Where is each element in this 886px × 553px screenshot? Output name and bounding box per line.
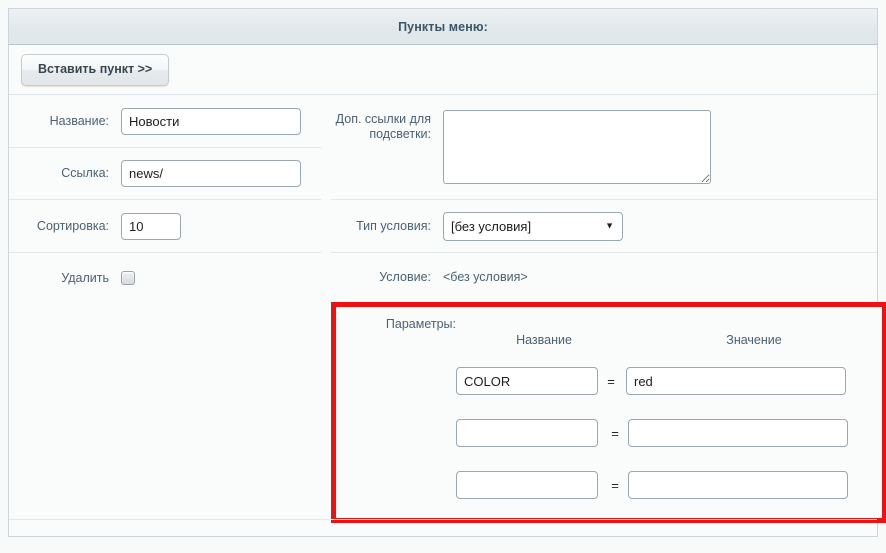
extra-links-textarea[interactable] [443, 110, 711, 184]
parameters-section: Параметры: Название Значение = = [336, 307, 882, 518]
delete-label: Удалить [9, 271, 121, 286]
condition-type-label: Тип условия: [331, 219, 443, 234]
sort-input[interactable] [121, 213, 181, 240]
parameters-label: Параметры: [344, 317, 456, 331]
condition-type-select-wrap: [без условия] ▼ [443, 212, 623, 241]
parameters-table-header: Название Значение [456, 333, 876, 347]
field-row-condition-type: Тип условия: [без условия] ▼ [331, 200, 877, 253]
parameter-value-input[interactable] [628, 419, 848, 447]
parameters-highlight-box: Параметры: Название Значение = = [331, 302, 886, 523]
toolbar: Вставить пункт >> [9, 46, 877, 95]
field-row-extra-links: Доп. ссылки для подсветки: [331, 96, 877, 200]
name-label: Название: [9, 114, 121, 129]
field-row-delete: Удалить [9, 253, 321, 303]
equals-sign: = [598, 374, 624, 389]
parameter-value-input[interactable] [626, 367, 846, 395]
parameter-name-input[interactable] [456, 471, 598, 499]
name-input[interactable] [121, 108, 301, 135]
form-column-left: Название: Ссылка: Сортировка: Удалить [9, 96, 321, 303]
extra-links-label: Доп. ссылки для подсветки: [331, 110, 443, 142]
insert-item-button[interactable]: Вставить пункт >> [21, 54, 169, 86]
parameters-col-value-header: Значение [632, 333, 876, 347]
equals-sign: = [602, 478, 628, 493]
parameters-col-name-header: Название [456, 333, 632, 347]
field-row-name: Название: [9, 96, 321, 148]
condition-label: Условие: [331, 270, 443, 285]
page-root: Пункты меню: Вставить пункт >> Название:… [0, 0, 886, 553]
parameter-row: = [456, 419, 848, 447]
link-label: Ссылка: [9, 166, 121, 181]
delete-checkbox[interactable] [121, 271, 135, 285]
parameter-value-input[interactable] [628, 471, 848, 499]
sort-label: Сортировка: [9, 219, 121, 234]
field-row-sort: Сортировка: [9, 200, 321, 253]
equals-sign: = [602, 426, 628, 441]
bottom-divider [9, 519, 877, 520]
field-row-link: Ссылка: [9, 148, 321, 200]
parameter-row: = [456, 471, 848, 499]
field-row-condition: Условие: <без условия> [331, 253, 877, 301]
panel-header: Пункты меню: [8, 8, 878, 45]
form-column-right: Доп. ссылки для подсветки: Тип условия: … [331, 96, 877, 301]
parameter-name-input[interactable] [456, 367, 598, 395]
parameter-name-input[interactable] [456, 419, 598, 447]
link-input[interactable] [121, 160, 301, 187]
parameter-row: = [456, 367, 846, 395]
page-title: Пункты меню: [398, 20, 488, 34]
condition-value: <без условия> [443, 270, 528, 284]
condition-type-select[interactable]: [без условия] [443, 212, 623, 241]
form-body: Название: Ссылка: Сортировка: Удалить До… [9, 96, 877, 536]
